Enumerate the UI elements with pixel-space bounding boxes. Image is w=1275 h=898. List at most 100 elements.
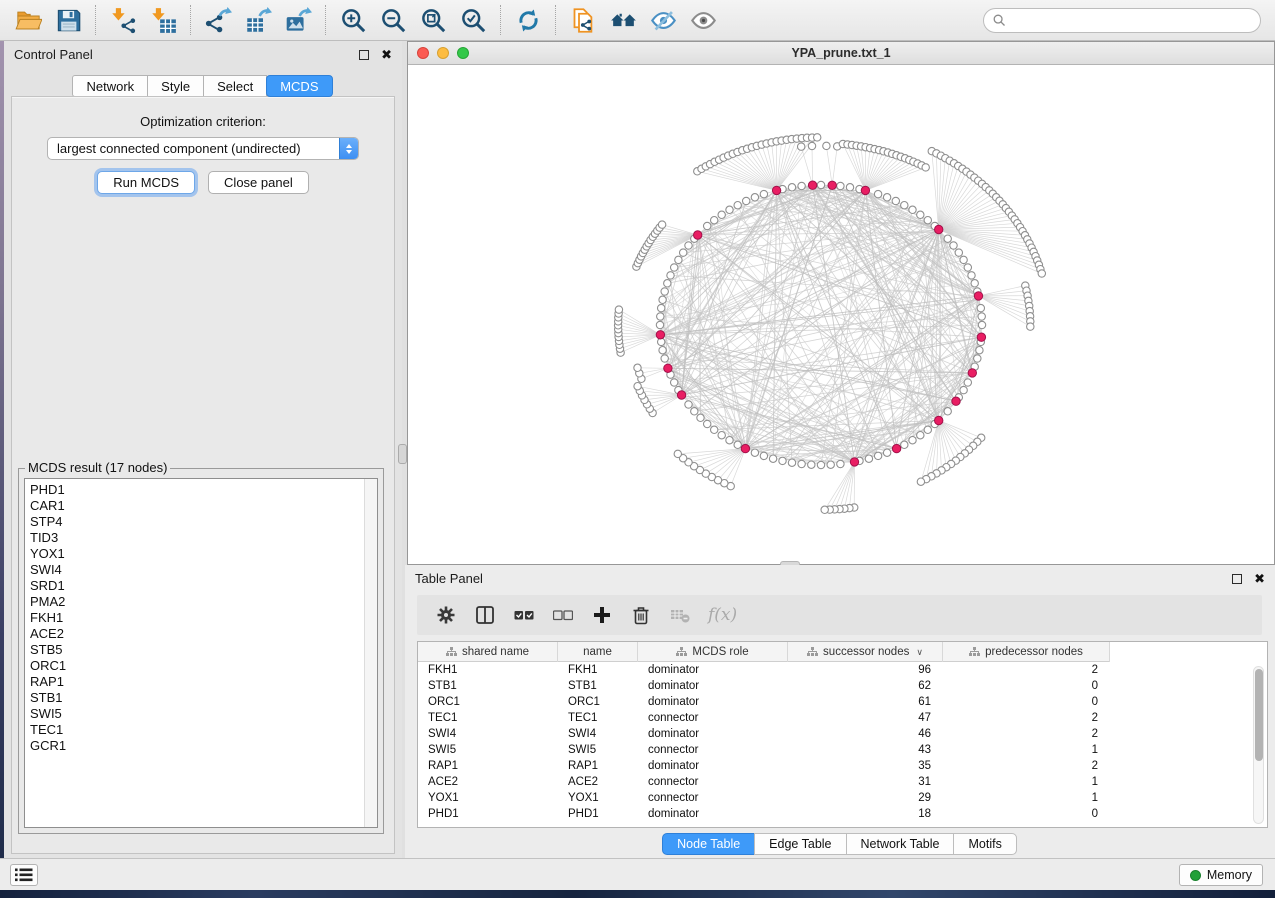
table-cell[interactable]: 35 bbox=[788, 758, 943, 774]
criterion-dropdown[interactable]: largest connected component (undirected) bbox=[47, 137, 359, 160]
column-header-successor-nodes[interactable]: successor nodes∨ bbox=[788, 642, 943, 662]
column-header-MCDS-role[interactable]: MCDS role bbox=[638, 642, 788, 662]
import-table-button[interactable] bbox=[143, 3, 183, 37]
table-row[interactable]: ACE2ACE2connector311 bbox=[418, 774, 1267, 790]
table-cell[interactable]: 1 bbox=[943, 774, 1110, 790]
open-file-button[interactable] bbox=[8, 3, 48, 37]
table-cell[interactable]: STB1 bbox=[558, 678, 638, 694]
mcds-node-item[interactable]: SWI4 bbox=[30, 562, 364, 578]
tab-motifs[interactable]: Motifs bbox=[953, 833, 1016, 855]
function-builder-button[interactable]: f(x) bbox=[708, 605, 737, 625]
mcds-node-item[interactable]: RAP1 bbox=[30, 674, 364, 690]
table-cell[interactable]: RAP1 bbox=[418, 758, 558, 774]
show-all-button[interactable] bbox=[683, 3, 723, 37]
tab-select[interactable]: Select bbox=[203, 75, 267, 97]
tab-style[interactable]: Style bbox=[147, 75, 204, 97]
table-cell[interactable]: RAP1 bbox=[558, 758, 638, 774]
search-input[interactable] bbox=[1011, 14, 1251, 28]
delete-table-button[interactable] bbox=[669, 604, 691, 626]
table-cell[interactable]: ORC1 bbox=[418, 694, 558, 710]
save-session-button[interactable] bbox=[48, 3, 88, 37]
table-row[interactable]: ORC1ORC1dominator610 bbox=[418, 694, 1267, 710]
zoom-in-button[interactable] bbox=[333, 3, 373, 37]
zoom-out-button[interactable] bbox=[373, 3, 413, 37]
mcds-node-item[interactable]: YOX1 bbox=[30, 546, 364, 562]
tab-network-table[interactable]: Network Table bbox=[846, 833, 955, 855]
network-window-titlebar[interactable]: YPA_prune.txt_1 bbox=[408, 42, 1274, 65]
close-panel-icon[interactable]: ✖ bbox=[381, 48, 392, 61]
table-cell[interactable]: SWI4 bbox=[558, 726, 638, 742]
import-network-button[interactable] bbox=[103, 3, 143, 37]
table-cell[interactable]: dominator bbox=[638, 678, 788, 694]
mcds-node-item[interactable]: GCR1 bbox=[30, 738, 364, 754]
float-panel-icon[interactable] bbox=[1232, 574, 1242, 584]
table-cell[interactable]: 2 bbox=[943, 662, 1110, 678]
show-panels-button[interactable] bbox=[10, 864, 38, 886]
table-settings-button[interactable] bbox=[435, 604, 457, 626]
select-all-rows-button[interactable] bbox=[513, 604, 535, 626]
table-cell[interactable]: FKH1 bbox=[418, 662, 558, 678]
table-cell[interactable]: STB1 bbox=[418, 678, 558, 694]
mcds-node-item[interactable]: ACE2 bbox=[30, 626, 364, 642]
table-cell[interactable]: 2 bbox=[943, 758, 1110, 774]
float-panel-icon[interactable] bbox=[359, 50, 369, 60]
table-scrollbar[interactable] bbox=[1253, 666, 1264, 824]
table-cell[interactable]: dominator bbox=[638, 806, 788, 822]
table-cell[interactable]: 0 bbox=[943, 678, 1110, 694]
mcds-node-item[interactable]: FKH1 bbox=[30, 610, 364, 626]
table-scrollbar-thumb[interactable] bbox=[1255, 669, 1263, 761]
column-header-predecessor-nodes[interactable]: predecessor nodes bbox=[943, 642, 1110, 662]
mcds-node-item[interactable]: PMA2 bbox=[30, 594, 364, 610]
first-neighbors-button[interactable] bbox=[603, 3, 643, 37]
tab-edge-table[interactable]: Edge Table bbox=[754, 833, 846, 855]
table-cell[interactable]: 1 bbox=[943, 742, 1110, 758]
table-cell[interactable]: 2 bbox=[943, 726, 1110, 742]
table-cell[interactable]: 0 bbox=[943, 806, 1110, 822]
minimize-window-icon[interactable] bbox=[437, 47, 449, 59]
table-cell[interactable]: 46 bbox=[788, 726, 943, 742]
table-row[interactable]: SWI5SWI5connector431 bbox=[418, 742, 1267, 758]
table-cell[interactable]: 0 bbox=[943, 694, 1110, 710]
hide-selected-button[interactable] bbox=[643, 3, 683, 37]
zoom-selected-button[interactable] bbox=[453, 3, 493, 37]
table-cell[interactable]: PHD1 bbox=[418, 806, 558, 822]
table-row[interactable]: PHD1PHD1dominator180 bbox=[418, 806, 1267, 822]
export-table-button[interactable] bbox=[238, 3, 278, 37]
vertical-splitter-handle[interactable] bbox=[398, 444, 407, 464]
mcds-node-item[interactable]: ORC1 bbox=[30, 658, 364, 674]
table-cell[interactable]: TEC1 bbox=[558, 710, 638, 726]
close-panel-button[interactable]: Close panel bbox=[208, 171, 309, 194]
delete-column-button[interactable] bbox=[630, 604, 652, 626]
table-cell[interactable]: dominator bbox=[638, 726, 788, 742]
table-cell[interactable]: dominator bbox=[638, 758, 788, 774]
table-cell[interactable]: 2 bbox=[943, 710, 1110, 726]
table-cell[interactable]: 1 bbox=[943, 790, 1110, 806]
mcds-list-scrollbar[interactable] bbox=[364, 479, 377, 827]
add-column-button[interactable] bbox=[591, 604, 613, 626]
table-cell[interactable]: 43 bbox=[788, 742, 943, 758]
network-canvas[interactable] bbox=[408, 65, 1274, 564]
tab-mcds[interactable]: MCDS bbox=[266, 75, 332, 97]
table-cell[interactable]: FKH1 bbox=[558, 662, 638, 678]
table-cell[interactable]: dominator bbox=[638, 694, 788, 710]
table-cell[interactable]: SWI5 bbox=[558, 742, 638, 758]
table-row[interactable]: SWI4SWI4dominator462 bbox=[418, 726, 1267, 742]
maximize-window-icon[interactable] bbox=[457, 47, 469, 59]
run-mcds-button[interactable]: Run MCDS bbox=[97, 171, 195, 194]
table-row[interactable]: RAP1RAP1dominator352 bbox=[418, 758, 1267, 774]
table-row[interactable]: FKH1FKH1dominator962 bbox=[418, 662, 1267, 678]
zoom-fit-button[interactable] bbox=[413, 3, 453, 37]
table-row[interactable]: STB1STB1dominator620 bbox=[418, 678, 1267, 694]
export-image-button[interactable] bbox=[278, 3, 318, 37]
mcds-node-item[interactable]: SWI5 bbox=[30, 706, 364, 722]
close-panel-icon[interactable]: ✖ bbox=[1254, 572, 1265, 585]
column-header-shared-name[interactable]: shared name bbox=[418, 642, 558, 662]
mcds-node-item[interactable]: SRD1 bbox=[30, 578, 364, 594]
table-cell[interactable]: connector bbox=[638, 774, 788, 790]
mcds-node-item[interactable]: TID3 bbox=[30, 530, 364, 546]
table-cell[interactable]: ACE2 bbox=[558, 774, 638, 790]
mcds-node-item[interactable]: STB5 bbox=[30, 642, 364, 658]
mcds-node-item[interactable]: STB1 bbox=[30, 690, 364, 706]
table-cell[interactable]: 29 bbox=[788, 790, 943, 806]
table-cell[interactable]: 31 bbox=[788, 774, 943, 790]
